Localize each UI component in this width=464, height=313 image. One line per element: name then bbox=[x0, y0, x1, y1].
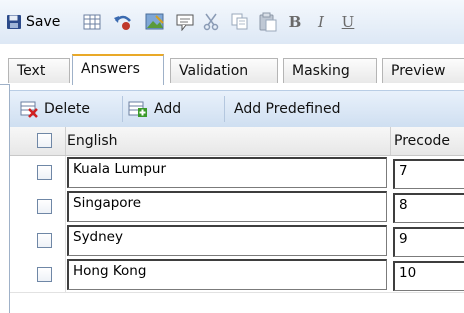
underline-button[interactable]: U bbox=[341, 11, 355, 33]
tab-masking[interactable]: Masking bbox=[283, 58, 377, 83]
tab-text-label: Text bbox=[17, 63, 46, 79]
cut-button[interactable] bbox=[203, 11, 219, 33]
add-predefined-button[interactable]: Add Predefined bbox=[234, 97, 341, 121]
tab-masking-label: Masking bbox=[292, 63, 350, 79]
table-row: Kuala Lumpur 7 bbox=[10, 156, 464, 191]
english-input[interactable]: Sydney bbox=[67, 225, 387, 256]
save-button[interactable]: Save bbox=[6, 11, 60, 33]
precode-input[interactable]: 8 bbox=[393, 193, 464, 223]
answers-editor: Save B I U Text Answers Validation Maski… bbox=[0, 0, 464, 313]
precode-input[interactable]: 10 bbox=[393, 261, 464, 291]
save-label: Save bbox=[26, 14, 61, 30]
column-divider bbox=[65, 258, 66, 292]
tab-text[interactable]: Text bbox=[8, 58, 70, 83]
precode-input[interactable]: 7 bbox=[393, 159, 464, 189]
toolbar-divider bbox=[122, 96, 123, 122]
undo-button[interactable] bbox=[113, 11, 133, 33]
tab-strip: Text Answers Validation Masking Preview bbox=[0, 44, 464, 85]
column-header-precode[interactable]: Precode bbox=[394, 127, 450, 155]
bold-button[interactable]: B bbox=[288, 11, 302, 33]
table-button[interactable] bbox=[83, 11, 101, 33]
row-checkbox[interactable] bbox=[37, 233, 52, 248]
copy-icon bbox=[231, 13, 248, 30]
row-checkbox[interactable] bbox=[37, 199, 52, 214]
tab-answers-label: Answers bbox=[81, 61, 140, 77]
select-all-checkbox[interactable] bbox=[37, 133, 52, 148]
column-header-english[interactable]: English bbox=[67, 127, 118, 155]
column-divider bbox=[390, 127, 391, 155]
editor-toolbar: Save B I U bbox=[0, 0, 464, 45]
column-divider bbox=[65, 127, 66, 155]
cut-icon bbox=[203, 13, 219, 31]
column-divider bbox=[65, 190, 66, 224]
table-row: Sydney 9 bbox=[10, 224, 464, 259]
toolbar-divider bbox=[224, 96, 225, 122]
add-label: Add bbox=[154, 101, 182, 117]
delete-icon bbox=[20, 101, 38, 118]
english-input[interactable]: Singapore bbox=[67, 191, 387, 222]
column-divider bbox=[65, 224, 66, 258]
comment-button[interactable] bbox=[176, 11, 194, 33]
row-checkbox[interactable] bbox=[37, 267, 52, 282]
paste-icon bbox=[259, 12, 277, 32]
table-row: Hong Kong 10 bbox=[10, 258, 464, 293]
table-icon bbox=[83, 14, 101, 30]
add-predefined-label: Add Predefined bbox=[234, 101, 341, 117]
delete-button[interactable]: Delete bbox=[20, 97, 90, 121]
italic-label: I bbox=[318, 13, 324, 31]
row-checkbox[interactable] bbox=[37, 165, 52, 180]
add-row-icon bbox=[128, 101, 147, 117]
grid-toolbar: Delete Add Add Predefined bbox=[10, 90, 464, 128]
precode-input[interactable]: 9 bbox=[393, 227, 464, 257]
grid-header-row: English Precode bbox=[10, 127, 464, 156]
tab-validation[interactable]: Validation bbox=[170, 58, 278, 83]
undo-icon bbox=[114, 15, 131, 30]
underline-label: U bbox=[341, 13, 355, 31]
copy-button[interactable] bbox=[231, 11, 249, 33]
save-icon bbox=[7, 15, 21, 29]
answers-panel: Delete Add Add Predefined English Precod… bbox=[9, 84, 464, 313]
column-divider bbox=[65, 156, 66, 190]
paste-button[interactable] bbox=[258, 11, 278, 33]
tab-answers[interactable]: Answers bbox=[72, 54, 164, 85]
image-icon bbox=[145, 13, 164, 30]
bold-label: B bbox=[288, 13, 302, 31]
tab-validation-label: Validation bbox=[179, 63, 249, 79]
add-button[interactable]: Add bbox=[128, 97, 181, 121]
english-input[interactable]: Kuala Lumpur bbox=[67, 157, 387, 188]
tab-preview[interactable]: Preview bbox=[382, 58, 464, 83]
italic-button[interactable]: I bbox=[314, 11, 328, 33]
comment-icon bbox=[176, 14, 194, 31]
tab-preview-label: Preview bbox=[391, 63, 446, 79]
english-input[interactable]: Hong Kong bbox=[67, 259, 387, 290]
image-button[interactable] bbox=[145, 11, 165, 33]
delete-label: Delete bbox=[44, 101, 90, 117]
table-row: Singapore 8 bbox=[10, 190, 464, 225]
